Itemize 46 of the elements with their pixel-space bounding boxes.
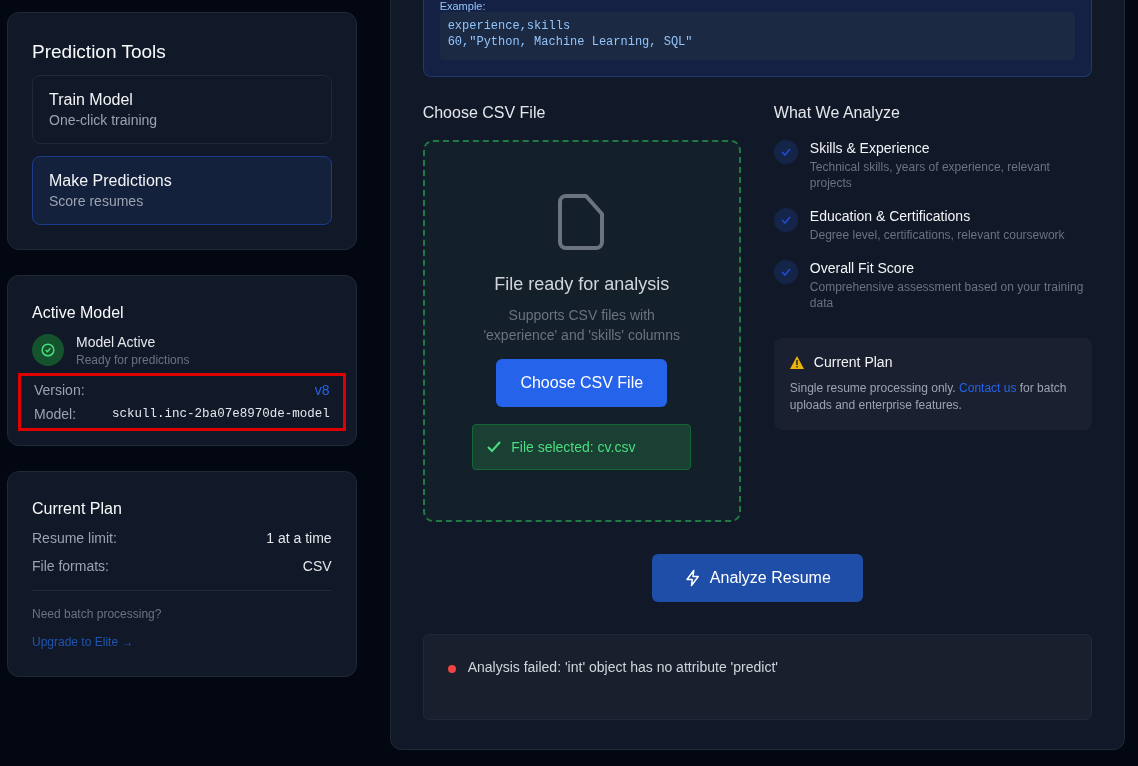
detail-value: sckull.inc-2ba07e8970de-model	[112, 407, 330, 421]
tool-title: Make Predictions	[49, 172, 173, 190]
result-message: Analysis failed: 'int' object has no attribute 'predict'	[467, 659, 778, 675]
tool-title: Train Model	[49, 91, 134, 109]
card-title: Prediction Tools	[32, 41, 167, 63]
tool-item[interactable]: Train Model One-click training	[32, 75, 332, 144]
criterion-title: Education & Certifications	[809, 208, 972, 224]
batch-note: Need batch processing?	[32, 607, 163, 621]
section-title: What We Analyze	[773, 104, 901, 122]
tool-subtitle: Score resumes	[49, 193, 145, 209]
notice-text: Single resume processing only. Contact us for batch uploads and enterprise features.	[789, 380, 1068, 414]
detail-value: v8	[314, 382, 330, 398]
check-icon	[773, 140, 798, 164]
criterion-title: Skills & Experience	[809, 140, 931, 156]
analyze-button[interactable]: Analyze Resume	[651, 554, 863, 602]
code-sample: experience,skills 60,"Python, Machine Learning, SQL"	[439, 12, 1075, 60]
plan-value: CSV	[302, 558, 332, 574]
model-status: Model Active	[76, 334, 157, 350]
criterion-description: Comprehensive assessment based on your training data	[809, 279, 1085, 311]
check-icon	[487, 441, 502, 453]
plan-label: Resume limit:	[32, 530, 117, 546]
detail-label: Version:	[34, 382, 85, 398]
check-icon	[773, 208, 798, 232]
criterion-title: Overall Fit Score	[809, 260, 916, 276]
lightning-icon	[683, 569, 702, 587]
plan-value: 1 at a time	[266, 530, 332, 546]
plan-label: File formats:	[32, 558, 109, 574]
criterion-description: Technical skills, years of experience, relevant projects	[809, 159, 1051, 191]
file-selected-text: File selected: cv.csv	[511, 439, 636, 455]
choose-file-button[interactable]: Choose CSV File	[496, 359, 668, 407]
check-icon	[773, 260, 798, 284]
tool-item[interactable]: Make Predictions Score resumes	[32, 156, 332, 225]
tool-subtitle: One-click training	[49, 112, 159, 128]
warning-icon	[789, 355, 804, 369]
upload-status: File ready for analysis	[494, 274, 670, 295]
example-label: Example:	[439, 0, 487, 12]
detail-label: Model:	[34, 406, 77, 422]
card-title: Current Plan	[32, 500, 123, 518]
upload-hint: Supports CSV files with 'experience' and 'skills' columns	[482, 306, 682, 345]
drop-zone[interactable]: File ready for analysis Supports CSV files with 'experience' and 'skills' columns Choose CSV File File selected: cv.csv	[422, 140, 741, 522]
card-title: Active Model	[32, 304, 125, 322]
model-status-detail: Ready for predictions	[76, 353, 190, 367]
criterion-description: Degree level, certifications, relevant coursework	[809, 227, 1065, 243]
notice-title: Current Plan	[813, 354, 893, 370]
section-title: Choose CSV File	[422, 104, 547, 122]
file-icon	[557, 194, 606, 250]
